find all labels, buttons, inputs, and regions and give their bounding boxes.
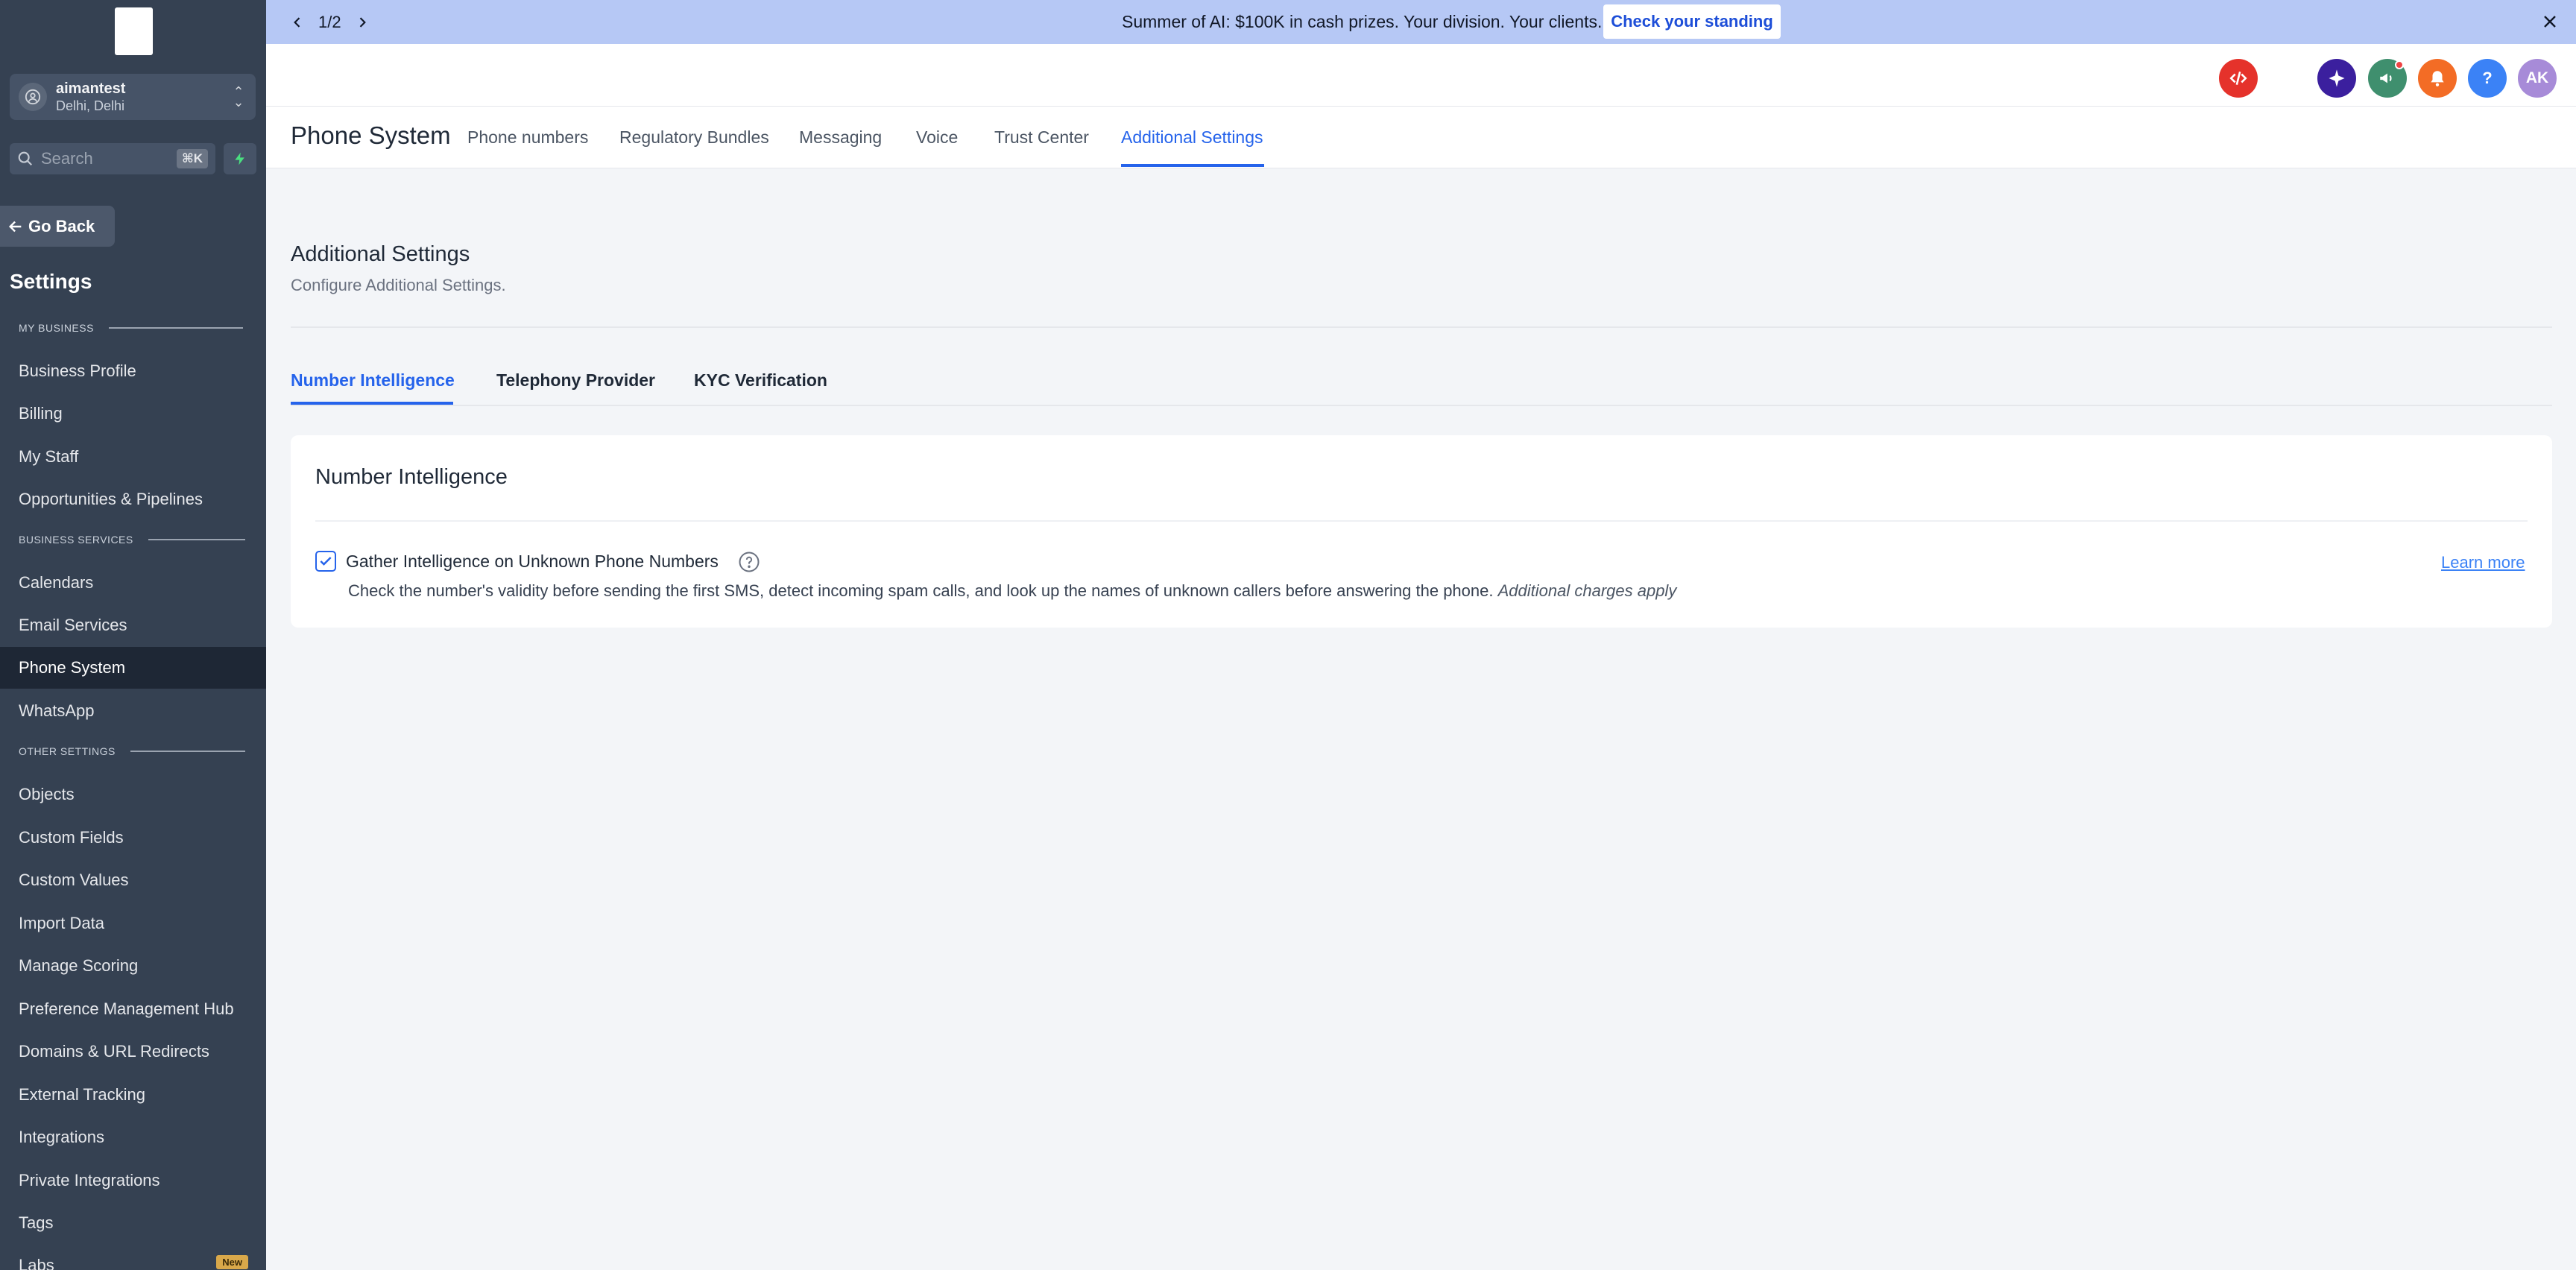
banner-pager: 1/2 [290,0,370,44]
sidebar-item-manage-scoring[interactable]: Manage Scoring [0,945,266,987]
search-placeholder: Search [41,149,93,168]
avatar[interactable]: AK [2518,59,2557,98]
number-intelligence-card: Number Intelligence Gather Intelligence … [291,435,2552,628]
tab-regulatory-bundles[interactable]: Regulatory Bundles [619,127,769,148]
account-location: Delhi, Delhi [56,98,125,113]
section-heading: Additional Settings [291,242,470,266]
sidebar-item-external-tracking[interactable]: External Tracking [0,1074,266,1116]
pager-count: 1/2 [318,12,341,31]
sidebar-item-label: Labs [19,1256,54,1270]
subtab-telephony-provider[interactable]: Telephony Provider [496,370,655,391]
sidebar-item-billing[interactable]: Billing [0,393,266,435]
bolt-icon [235,152,244,165]
section-business-services: BUSINESS SERVICES [19,534,245,546]
tab-additional-settings[interactable]: Additional Settings [1121,127,1263,148]
active-tab-indicator [1121,164,1264,167]
section-my-business: MY BUSINESS [19,322,243,334]
sidebar-item-business-profile[interactable]: Business Profile [0,350,266,392]
section-label: BUSINESS SERVICES [19,534,133,546]
search-icon [18,151,33,166]
gather-intelligence-checkbox[interactable] [315,551,336,572]
sidebar-item-calendars[interactable]: Calendars [0,562,266,604]
additional-charges-note: Additional charges apply [1497,581,1677,600]
promo-banner: 1/2 Summer of AI: $100K in cash prizes. … [266,0,2576,44]
bell-icon[interactable] [2418,59,2457,98]
account-name: aimantest [56,80,126,97]
section-label: OTHER SETTINGS [19,745,116,757]
option-label: Gather Intelligence on Unknown Phone Num… [346,552,719,571]
sidebar-item-labs[interactable]: Labs New [0,1245,266,1270]
section-label: MY BUSINESS [19,322,94,334]
divider [291,405,2552,406]
avatar-initials: AK [2525,69,2549,86]
tab-voice[interactable]: Voice [916,127,958,148]
close-icon[interactable] [2536,7,2564,36]
go-back-button[interactable]: Go Back [0,206,115,247]
settings-title: Settings [10,270,92,293]
chevron-left-icon[interactable] [290,15,305,30]
sidebar-item-custom-values[interactable]: Custom Values [0,859,266,901]
option-description: Check the number's validity before sendi… [348,581,1676,601]
quick-action-button[interactable] [224,143,256,174]
sidebar-item-private-integrations[interactable]: Private Integrations [0,1160,266,1201]
learn-more-link[interactable]: Learn more [2441,553,2525,572]
sidebar-item-integrations[interactable]: Integrations [0,1116,266,1158]
help-icon[interactable] [738,551,760,573]
notification-dot [2395,60,2404,69]
section-other-settings: OTHER SETTINGS [19,745,245,757]
section-subheading: Configure Additional Settings. [291,276,506,294]
sidebar-item-objects[interactable]: Objects [0,774,266,815]
help-icon: ? [2482,69,2493,87]
sidebar-item-preference-hub[interactable]: Preference Management Hub [0,988,266,1030]
banner-message: Summer of AI: $100K in cash prizes. Your… [1122,12,1603,31]
sidebar-item-custom-fields[interactable]: Custom Fields [0,817,266,859]
sidebar-item-whatsapp[interactable]: WhatsApp [0,690,266,732]
subtab-kyc-verification[interactable]: KYC Verification [694,370,827,391]
sidebar-item-my-staff[interactable]: My Staff [0,436,266,478]
sidebar: aimantest Delhi, Delhi ⌃ ⌄ Search ⌘K Go B… [0,0,266,1270]
top-header: ? AK [266,44,2576,107]
phone-system-tabs: Phone System Phone numbers Regulatory Bu… [266,107,2576,168]
help-button[interactable]: ? [2468,59,2507,98]
divider [315,520,2528,522]
arrow-left-icon [8,221,22,232]
description-text: Check the number's validity before sendi… [348,581,1498,600]
company-logo[interactable] [115,7,153,55]
sidebar-item-email-services[interactable]: Email Services [0,604,266,646]
sidebar-item-import-data[interactable]: Import Data [0,903,266,944]
account-switcher[interactable]: aimantest Delhi, Delhi ⌃ ⌄ [10,74,256,120]
sidebar-item-domains[interactable]: Domains & URL Redirects [0,1031,266,1072]
tab-messaging[interactable]: Messaging [799,127,882,148]
megaphone-icon[interactable] [2368,59,2407,98]
sidebar-item-opportunities[interactable]: Opportunities & Pipelines [0,478,266,520]
chevron-right-icon[interactable] [355,15,370,30]
subtab-number-intelligence[interactable]: Number Intelligence [291,370,455,391]
code-icon[interactable] [2219,59,2258,98]
go-back-label: Go Back [28,216,95,236]
tab-phone-numbers[interactable]: Phone numbers [467,127,588,148]
sparkle-icon[interactable] [2317,59,2356,98]
page-title: Phone System [291,121,451,149]
tab-trust-center[interactable]: Trust Center [994,127,1089,148]
card-title: Number Intelligence [315,465,508,489]
search-shortcut: ⌘K [176,149,208,168]
divider [291,326,2552,328]
sidebar-item-tags[interactable]: Tags [0,1202,266,1244]
chevron-updown-icon: ⌃ ⌄ [233,84,244,110]
search-input[interactable]: Search ⌘K [10,143,215,174]
check-icon [320,557,332,566]
user-icon [19,83,47,111]
new-badge: New [216,1255,248,1269]
sidebar-item-phone-system[interactable]: Phone System [0,647,266,689]
check-standing-button[interactable]: Check your standing [1603,4,1781,39]
